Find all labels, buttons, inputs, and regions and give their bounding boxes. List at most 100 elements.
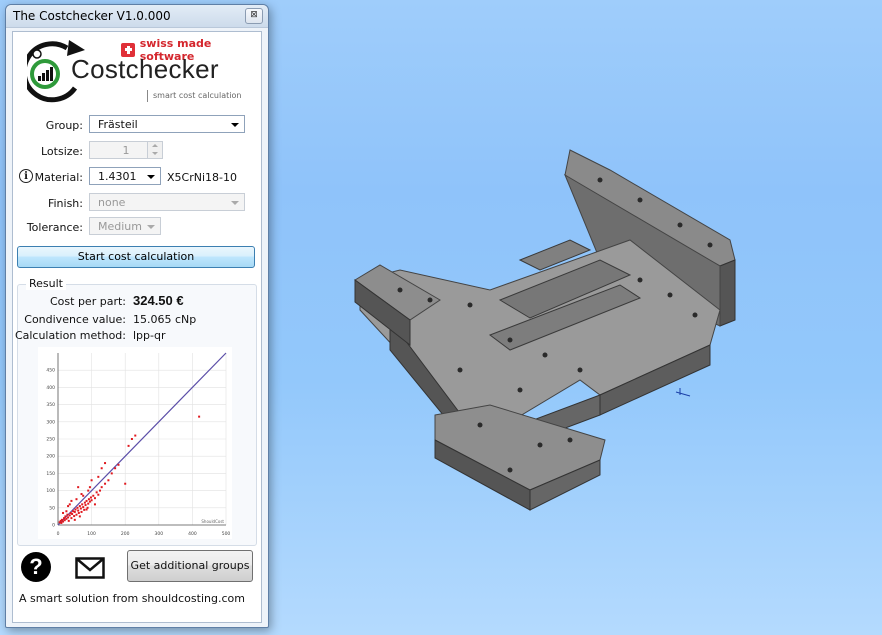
y-tick-label: 50 xyxy=(49,505,55,511)
x-tick-label: 0 xyxy=(57,531,60,537)
data-point xyxy=(110,472,113,475)
finish-select[interactable]: none xyxy=(89,193,245,211)
material-label: Material: xyxy=(34,171,83,184)
data-point xyxy=(85,508,88,511)
costchecker-window: The Costchecker V1.0.000 ⊠ swiss made so… xyxy=(5,4,269,628)
data-point xyxy=(114,467,117,470)
lotsize-row: Lotsize: 1 xyxy=(13,141,259,161)
data-point xyxy=(84,504,87,507)
data-point xyxy=(78,515,81,518)
material-description: X5CrNi18-10 xyxy=(167,171,237,184)
data-point xyxy=(97,475,100,478)
data-point xyxy=(67,516,70,519)
x-tick-label: 500 xyxy=(222,531,231,537)
data-point xyxy=(104,482,107,485)
data-point xyxy=(89,496,92,499)
result-title: Result xyxy=(26,277,66,290)
x-tick-label: 400 xyxy=(188,531,197,537)
y-tick-label: 400 xyxy=(46,385,55,391)
data-point xyxy=(86,506,89,509)
lotsize-value: 1 xyxy=(122,144,130,157)
data-point xyxy=(64,515,67,518)
data-point xyxy=(68,514,71,517)
data-point xyxy=(82,494,85,497)
cost-label: Cost per part: xyxy=(50,295,126,308)
data-point xyxy=(80,510,83,513)
material-row: i Material: 1.4301 X5CrNi18-10 xyxy=(13,167,259,187)
data-point xyxy=(93,503,96,506)
scatter-plot: 0 100 200 300 400 500 0 50 100 150 200 250 300 350 400… xyxy=(38,347,232,539)
corner-label: ShouldCost xyxy=(201,519,224,524)
data-point xyxy=(130,438,133,440)
get-additional-groups-button[interactable]: Get additional groups xyxy=(127,550,253,582)
tolerance-value: Medium xyxy=(98,220,142,233)
data-point xyxy=(66,513,69,516)
data-point xyxy=(75,513,78,516)
data-point xyxy=(95,491,98,494)
chevron-down-icon xyxy=(231,201,239,205)
spin-down-icon[interactable] xyxy=(147,150,162,158)
data-point xyxy=(61,518,64,521)
y-tick-label: 300 xyxy=(46,419,55,425)
method-label: Calculation method: xyxy=(14,329,126,342)
data-point xyxy=(117,463,120,466)
mail-icon[interactable] xyxy=(75,557,105,579)
data-point xyxy=(99,489,101,492)
data-point xyxy=(80,493,83,496)
data-point xyxy=(83,508,86,511)
data-point xyxy=(77,509,80,512)
data-point xyxy=(77,486,80,489)
y-tick-label: 250 xyxy=(46,437,55,443)
data-point xyxy=(67,505,70,508)
title-bar[interactable]: The Costchecker V1.0.000 ⊠ xyxy=(6,5,268,28)
close-button[interactable]: ⊠ xyxy=(245,8,263,24)
data-point xyxy=(70,517,73,520)
data-point xyxy=(97,493,100,496)
data-point xyxy=(71,512,74,515)
help-icon[interactable]: ? xyxy=(21,552,51,582)
lotsize-label: Lotsize: xyxy=(40,145,83,158)
cost-value: 324.50 € xyxy=(133,293,184,308)
data-point xyxy=(92,494,95,497)
data-point xyxy=(90,479,93,482)
data-point xyxy=(73,510,76,513)
data-point xyxy=(73,518,76,521)
result-groupbox: Result Cost per part: 324.50 € Condivenc… xyxy=(15,277,257,546)
data-point xyxy=(87,502,90,505)
group-select[interactable]: Frästeil xyxy=(89,115,245,133)
data-point xyxy=(87,498,90,501)
finish-label: Finish: xyxy=(47,197,83,210)
data-point xyxy=(78,505,81,508)
data-point xyxy=(85,499,88,502)
data-point xyxy=(83,501,86,504)
x-tick-label: 200 xyxy=(121,531,130,537)
confidence-row: Condivence value: 15.065 cNp xyxy=(18,313,254,329)
y-tick-label: 0 xyxy=(52,523,55,529)
data-point xyxy=(65,510,68,513)
data-point xyxy=(107,479,110,482)
data-point xyxy=(127,444,130,447)
data-point xyxy=(124,482,127,485)
data-point xyxy=(90,499,93,502)
tolerance-select[interactable]: Medium xyxy=(89,217,161,235)
finish-row: Finish: none xyxy=(13,193,259,213)
scatter-svg: 0 100 200 300 400 500 0 50 100 150 200 250 300 350 400… xyxy=(46,352,231,537)
data-point xyxy=(87,489,90,492)
tagline: smart cost calculation xyxy=(147,90,241,102)
footer-text: A smart solution from shouldcosting.com xyxy=(19,592,245,605)
info-icon[interactable]: i xyxy=(19,169,33,183)
lotsize-spinner[interactable]: 1 xyxy=(89,141,163,159)
brand-name: Costchecker xyxy=(71,54,219,84)
tolerance-row: Tolerance: Medium xyxy=(13,217,259,237)
material-select[interactable]: 1.4301 xyxy=(89,167,161,185)
data-point xyxy=(74,508,77,511)
method-value: lpp-qr xyxy=(133,329,166,342)
data-point xyxy=(88,486,91,489)
y-tick-label: 150 xyxy=(46,471,55,477)
x-tick-label: 100 xyxy=(87,531,96,537)
start-calculation-button[interactable]: Start cost calculation xyxy=(17,246,255,268)
data-point xyxy=(100,467,103,470)
cad-part-3d-view[interactable] xyxy=(340,140,800,520)
dialog-client: swiss made software Costchecker smart co… xyxy=(12,31,262,623)
window-title: The Costchecker V1.0.000 xyxy=(13,9,171,23)
